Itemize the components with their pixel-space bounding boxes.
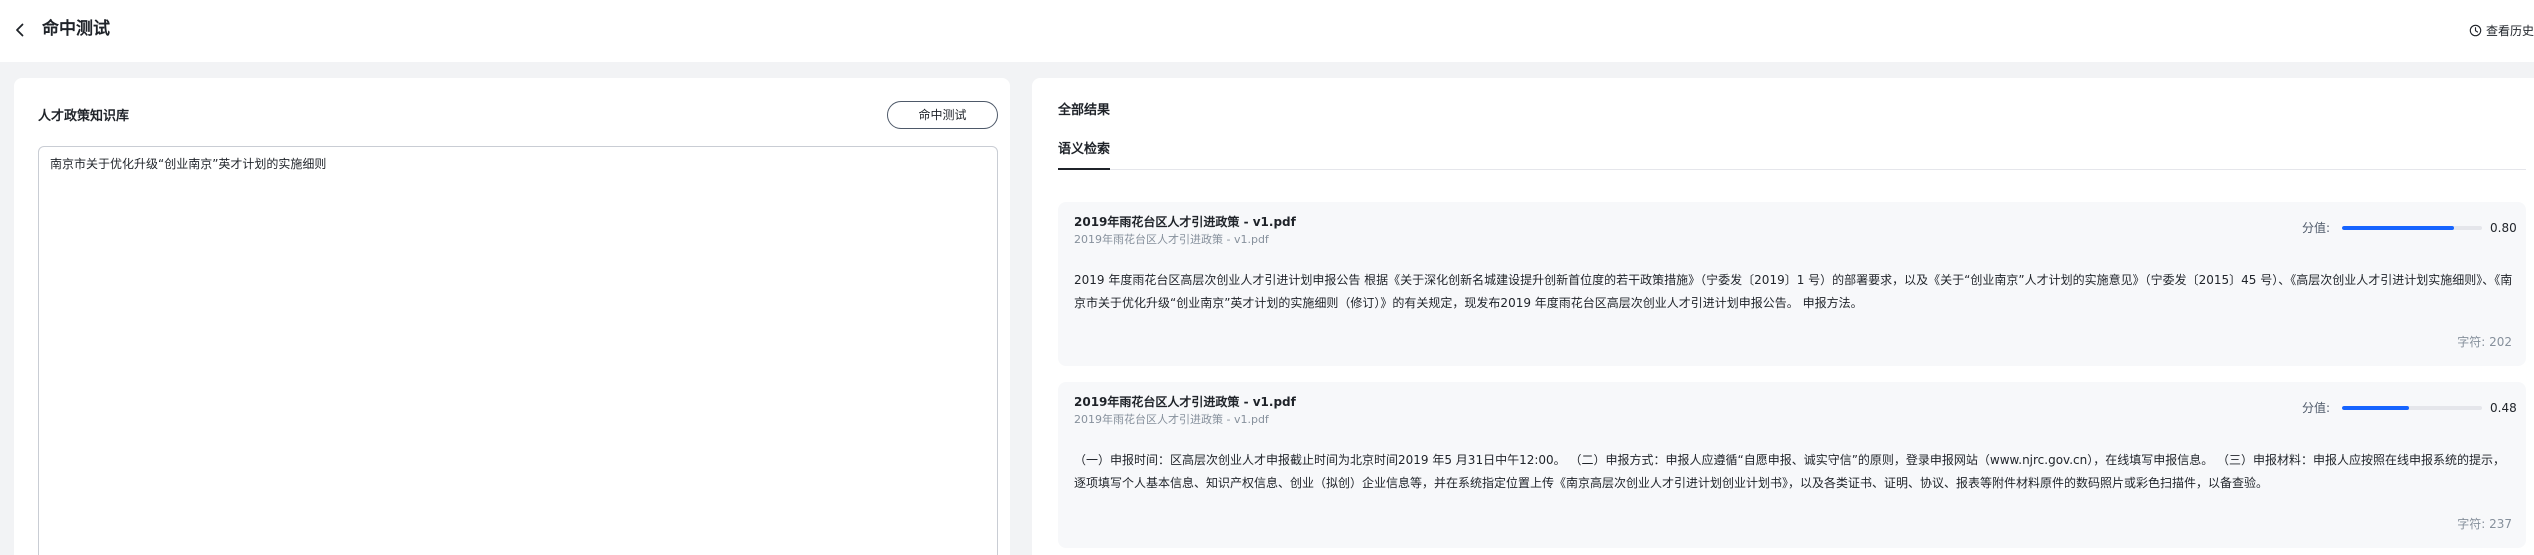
score-label: 分值: xyxy=(2302,221,2331,235)
result-content: 2019 年度雨花台区高层次创业人才引进计划申报公告 根据《关于深化创新名城建设… xyxy=(1074,273,2513,310)
query-text: 南京市关于优化升级“创业南京”英才计划的实施细则 xyxy=(50,157,327,171)
score-bar xyxy=(2342,226,2482,230)
result-filename: 2019年雨花台区人才引进政策 - v1.pdf xyxy=(1074,215,1296,229)
char-count: 字符: 202 xyxy=(2457,335,2512,349)
top-bar: 命中测试 查看历史 xyxy=(0,0,2534,62)
result-card[interactable]: 2019年雨花台区人才引进政策 - v1.pdf 2019年雨花台区人才引进政策… xyxy=(1058,202,2526,366)
knowledge-base-title: 人才政策知识库 xyxy=(38,109,130,124)
score-value: 0.48 xyxy=(2490,401,2517,415)
score-label: 分值: xyxy=(2302,401,2331,415)
view-history-label: 查看历史 xyxy=(2485,23,2534,38)
page-title: 命中测试 xyxy=(42,19,110,39)
result-filename: 2019年雨花台区人才引进政策 - v1.pdf xyxy=(1074,395,1296,409)
results-tabs: 语义检索 xyxy=(1058,136,2526,170)
tab-semantic-search[interactable]: 语义检索 xyxy=(1058,136,1111,170)
hit-test-button[interactable]: 命中测试 xyxy=(887,101,998,129)
score-bar xyxy=(2342,406,2482,410)
view-history-button[interactable]: 查看历史 xyxy=(2469,20,2534,40)
score-bar-fill xyxy=(2342,226,2454,230)
results-panel: 全部结果 语义检索 2019年雨花台区人才引进政策 - v1.pdf 2019年… xyxy=(1032,78,2534,555)
score-bar-fill xyxy=(2342,406,2410,410)
score-value: 0.80 xyxy=(2490,221,2517,235)
knowledge-base-panel: 人才政策知识库 命中测试 南京市关于优化升级“创业南京”英才计划的实施细则 xyxy=(14,78,1010,555)
results-title: 全部结果 xyxy=(1058,103,1111,118)
char-count: 字符: 237 xyxy=(2457,517,2512,531)
result-subtitle: 2019年雨花台区人才引进政策 - v1.pdf xyxy=(1074,233,1269,246)
chevron-left-icon[interactable] xyxy=(12,22,28,38)
history-clock-icon xyxy=(2469,24,2482,36)
result-content: （一）申报时间：区高层次创业人才申报截止时间为北京时间2019 年5 月31日中… xyxy=(1074,453,2506,490)
result-card[interactable]: 2019年雨花台区人才引进政策 - v1.pdf 2019年雨花台区人才引进政策… xyxy=(1058,382,2526,548)
result-subtitle: 2019年雨花台区人才引进政策 - v1.pdf xyxy=(1074,413,1269,426)
query-textarea[interactable]: 南京市关于优化升级“创业南京”英才计划的实施细则 xyxy=(38,146,998,555)
